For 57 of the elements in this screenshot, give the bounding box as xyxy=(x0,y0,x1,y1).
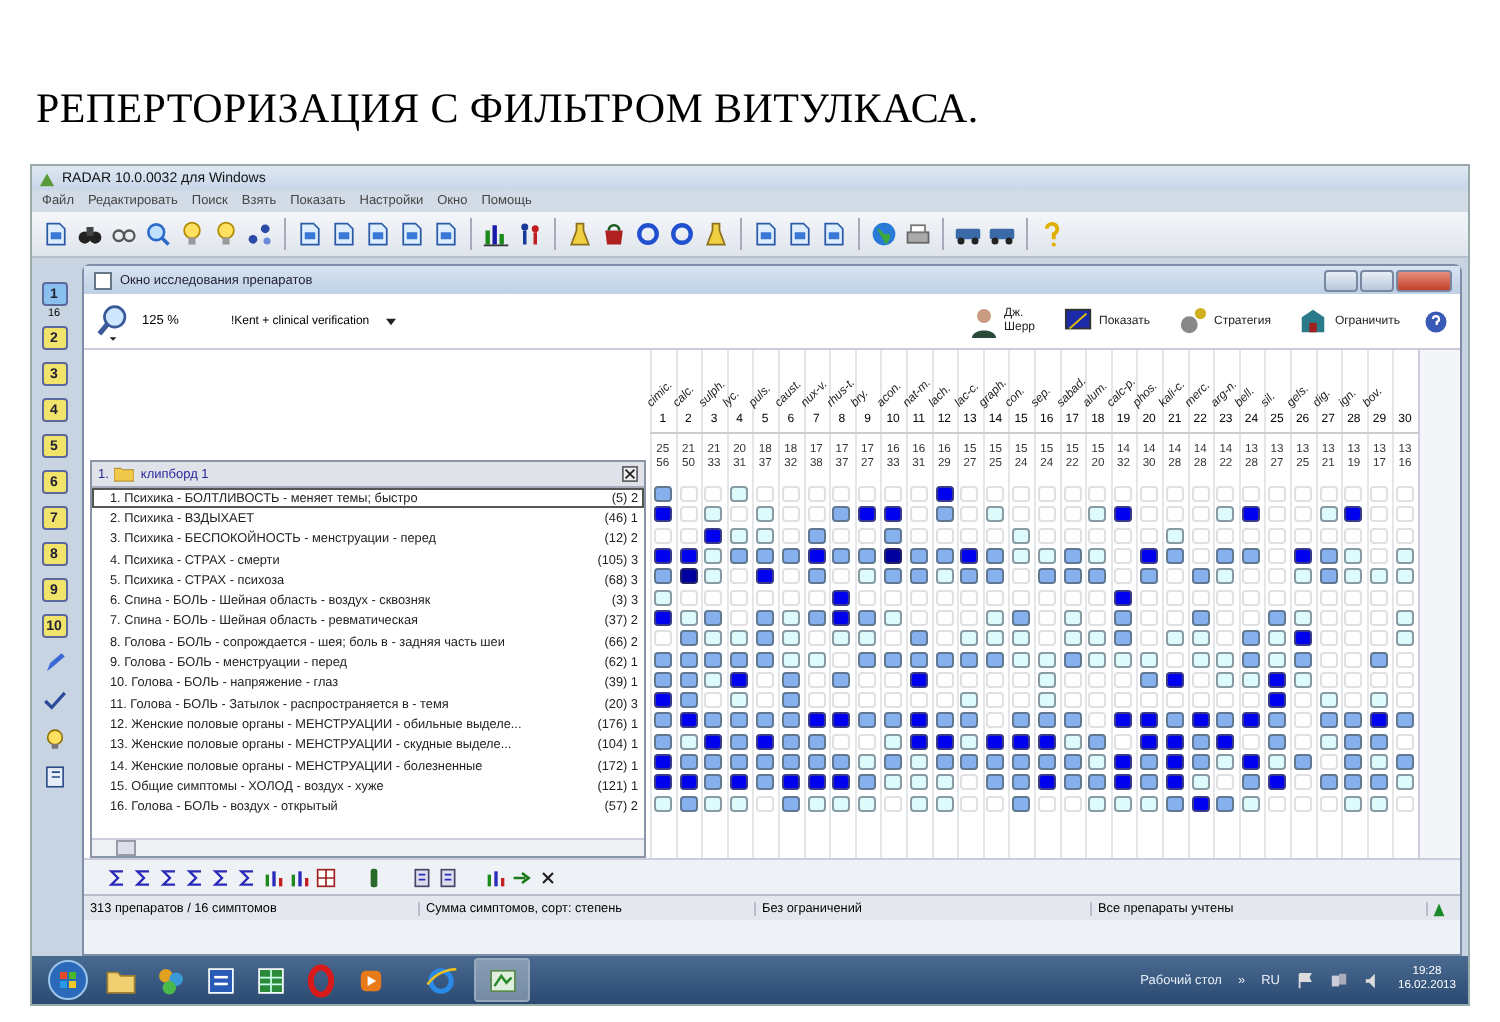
document-icon[interactable] xyxy=(364,220,392,248)
close-icon[interactable] xyxy=(538,867,558,887)
globe-icon[interactable] xyxy=(870,220,898,248)
light-bulb-icon[interactable] xyxy=(178,220,206,248)
building-icon xyxy=(1298,306,1329,336)
document-icon[interactable] xyxy=(42,220,70,248)
document-icon[interactable] xyxy=(432,220,460,248)
bar-chart-icon[interactable] xyxy=(264,867,284,887)
start-button[interactable] xyxy=(48,960,88,1000)
pencil-icon[interactable] xyxy=(41,650,67,676)
gears-icon xyxy=(1178,306,1209,336)
document-icon[interactable] xyxy=(296,220,324,248)
close-button[interactable] xyxy=(1396,269,1452,291)
scrollbar-thumb[interactable] xyxy=(116,840,136,856)
help-icon[interactable] xyxy=(1424,309,1448,333)
bar-chart-icon[interactable] xyxy=(290,867,310,887)
book-icon[interactable] xyxy=(41,764,67,790)
globe-ring-icon[interactable] xyxy=(424,963,458,997)
colored-dots-icon[interactable] xyxy=(154,963,188,997)
person-silhouette-icon xyxy=(969,305,998,337)
arrow-icon[interactable] xyxy=(512,867,532,887)
document-icon[interactable] xyxy=(820,220,848,248)
text-document-icon[interactable] xyxy=(204,963,238,997)
document-icon[interactable] xyxy=(752,220,780,248)
vertical-scrollbar[interactable] xyxy=(1418,350,1460,858)
caret-icon xyxy=(385,317,396,325)
minimize-button[interactable] xyxy=(1324,269,1358,291)
table-icon[interactable] xyxy=(316,867,336,887)
network-icon[interactable] xyxy=(1329,971,1348,989)
figures-icon[interactable] xyxy=(516,220,544,248)
flag-icon[interactable] xyxy=(1295,971,1314,989)
bulb-icon[interactable] xyxy=(41,726,67,752)
check-icon[interactable] xyxy=(41,688,67,714)
bag-icon[interactable] xyxy=(600,220,628,248)
document-icon[interactable] xyxy=(786,220,814,248)
search-icon[interactable] xyxy=(144,220,172,248)
zoom-magnifier-icon[interactable] xyxy=(96,301,130,341)
bar-chart-icon[interactable] xyxy=(482,220,510,248)
bar-chart-icon[interactable] xyxy=(486,867,506,887)
restore-button[interactable] xyxy=(1360,269,1394,291)
document-icon[interactable] xyxy=(438,867,458,887)
flask-icon[interactable] xyxy=(702,220,730,248)
close-icon[interactable] xyxy=(622,466,638,482)
active-app-button[interactable] xyxy=(474,958,530,1002)
flask-icon[interactable] xyxy=(566,220,594,248)
printer-icon[interactable] xyxy=(904,220,932,248)
document-icon[interactable] xyxy=(398,220,426,248)
window-icon xyxy=(94,271,112,289)
status-indicator-icon xyxy=(1430,899,1448,917)
document-icon[interactable] xyxy=(330,220,358,248)
molecule-icon[interactable] xyxy=(246,220,274,248)
page-heading: РЕПЕРТОРИЗАЦИЯ С ФИЛЬТРОМ ВИТУЛКАСА. xyxy=(34,82,981,136)
folder-icon xyxy=(114,466,135,482)
document-icon[interactable] xyxy=(412,867,432,887)
ring-icon[interactable] xyxy=(668,220,696,248)
spreadsheet-icon[interactable] xyxy=(254,963,288,997)
ring-icon[interactable] xyxy=(634,220,662,248)
